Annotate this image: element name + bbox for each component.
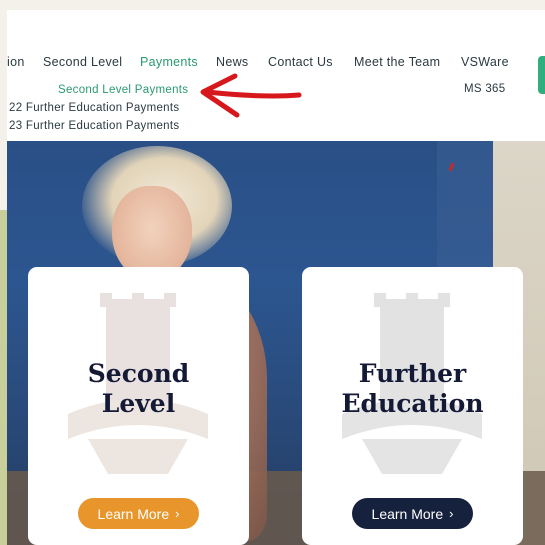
button-label: Learn More (371, 505, 444, 522)
card-title: Further Education (302, 359, 523, 419)
dropdown-item-23-further-education-payments[interactable]: 23 Further Education Payments (9, 120, 179, 132)
nav-item-news[interactable]: News (216, 55, 248, 69)
card-title-line: Level (101, 389, 176, 418)
nav-item-ms365[interactable]: MS 365 (464, 83, 505, 95)
card-title: Second Level (28, 359, 249, 419)
nav-item-payments[interactable]: Payments (140, 55, 198, 69)
nav-item-meet-the-team[interactable]: Meet the Team (354, 55, 440, 69)
nav-item-partial[interactable]: ion (7, 55, 25, 69)
chevron-right-icon: › (449, 506, 454, 521)
card-title-line: Second (87, 359, 190, 388)
top-strip (0, 0, 545, 10)
dropdown-item-22-further-education-payments[interactable]: 22 Further Education Payments (9, 102, 179, 114)
annotation-arrow-icon (200, 73, 302, 118)
left-accent-bar (0, 210, 7, 545)
card-title-line: Education (341, 389, 484, 418)
nav-item-vsware[interactable]: VSWare (461, 55, 509, 69)
card-second-level: Second Level Learn More › (28, 267, 249, 545)
learn-more-button[interactable]: Learn More › (352, 498, 473, 529)
dropdown-item-second-level-payments[interactable]: Second Level Payments (58, 84, 188, 96)
nav-cta-edge[interactable] (538, 56, 545, 94)
nav-item-second-level[interactable]: Second Level (43, 55, 122, 69)
button-label: Learn More (97, 505, 170, 522)
card-further-education: Further Education Learn More › (302, 267, 523, 545)
card-title-line: Further (358, 359, 467, 388)
chevron-right-icon: › (175, 506, 180, 521)
nav-item-contact-us[interactable]: Contact Us (268, 55, 333, 69)
learn-more-button[interactable]: Learn More › (78, 498, 199, 529)
